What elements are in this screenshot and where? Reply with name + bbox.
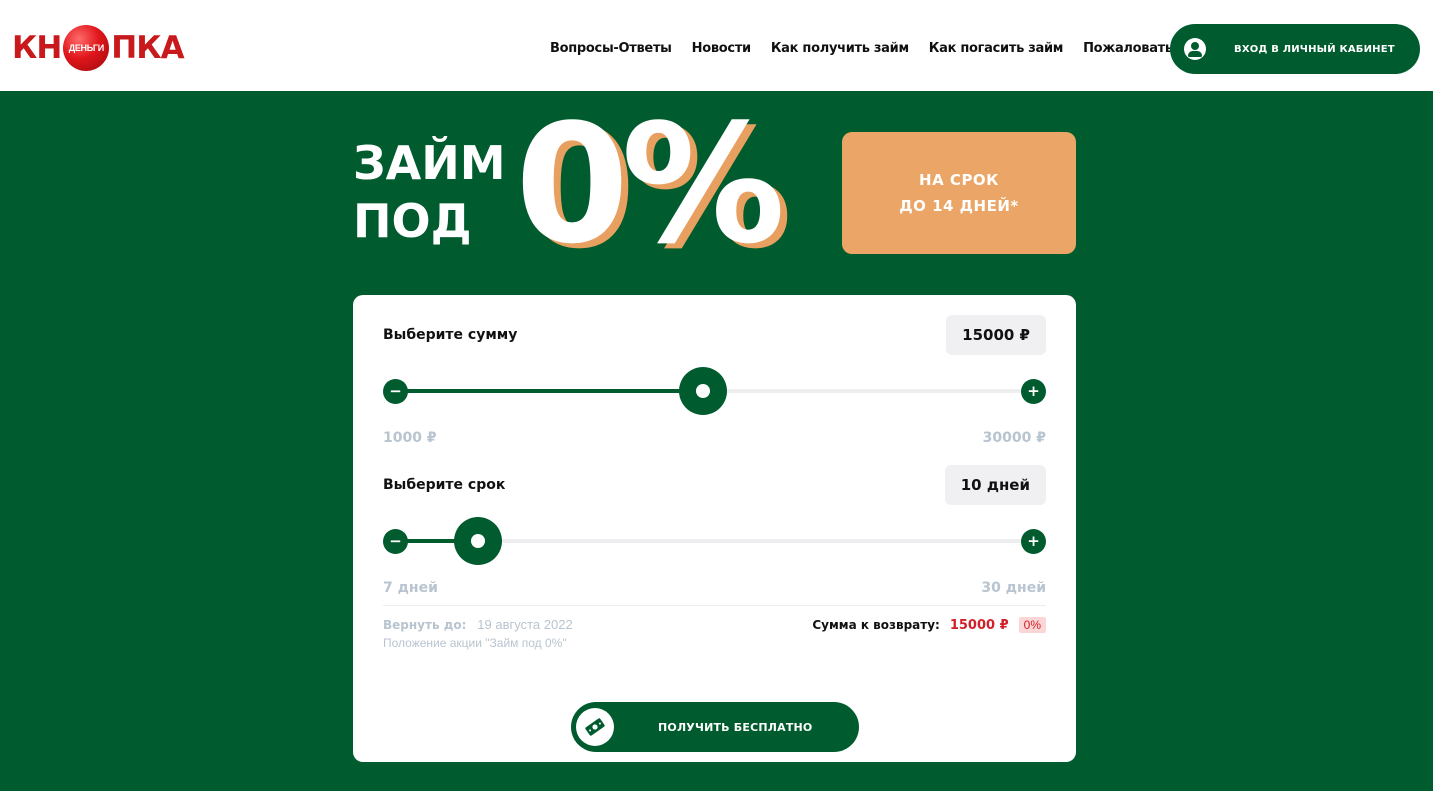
amount-value-field[interactable]: 15000 ₽ bbox=[946, 315, 1046, 355]
loan-calculator: Выберите сумму 15000 ₽ − + 1000 ₽ 30000 … bbox=[353, 295, 1076, 762]
hero-title-line2: ПОД bbox=[353, 194, 472, 248]
amount-max-label: 30000 ₽ bbox=[982, 430, 1046, 446]
hero-rate: 0% bbox=[515, 89, 785, 280]
nav-faq[interactable]: Вопросы-Ответы bbox=[550, 41, 672, 56]
amount-decrease-button[interactable]: − bbox=[383, 379, 408, 404]
repay-label: Сумма к возврату: bbox=[812, 618, 940, 632]
amount-slider[interactable]: − + bbox=[383, 367, 1046, 415]
divider bbox=[383, 605, 1046, 606]
nav-how-to-get[interactable]: Как получить займ bbox=[771, 41, 909, 56]
amount-slider-handle[interactable] bbox=[679, 367, 728, 415]
nav-news[interactable]: Новости bbox=[692, 41, 752, 56]
logo[interactable]: КН ДЕНЬГИ ПКА bbox=[12, 24, 185, 72]
promo-terms-link[interactable]: Положение акции "Займ под 0%" bbox=[383, 636, 567, 650]
term-min-label: 7 дней bbox=[383, 580, 438, 596]
term-badge-text: НА СРОК ДО 14 ДНЕЙ* bbox=[899, 171, 1019, 215]
repay-value: 15000 ₽ bbox=[949, 617, 1009, 633]
logo-ball: ДЕНЬГИ bbox=[63, 25, 110, 71]
get-free-button[interactable]: ПОЛУЧИТЬ БЕСПЛАТНО bbox=[571, 702, 859, 752]
money-icon bbox=[576, 708, 614, 746]
login-label: ВХОД В ЛИЧНЫЙ КАБИНЕТ bbox=[1234, 43, 1395, 55]
logo-ball-text: ДЕНЬГИ bbox=[68, 43, 104, 53]
term-increase-button[interactable]: + bbox=[1021, 529, 1046, 554]
user-icon bbox=[1184, 38, 1206, 60]
logo-text-left: КН bbox=[12, 30, 62, 66]
amount-slider-fill bbox=[395, 389, 704, 393]
login-button[interactable]: ВХОД В ЛИЧНЫЙ КАБИНЕТ bbox=[1170, 24, 1420, 74]
logo-text-right: ПКА bbox=[111, 30, 184, 66]
repay-rate-badge: 0% bbox=[1018, 617, 1046, 633]
term-decrease-button[interactable]: − bbox=[383, 529, 408, 554]
term-badge: НА СРОК ДО 14 ДНЕЙ* bbox=[842, 132, 1076, 254]
hero-title-line1: ЗАЙМ bbox=[353, 136, 506, 190]
due-date-value: 19 августа 2022 bbox=[477, 617, 573, 632]
nav-how-to-repay[interactable]: Как погасить займ bbox=[929, 41, 1064, 56]
hero-title: ЗАЙМ ПОД bbox=[353, 134, 506, 250]
term-label: Выберите срок bbox=[383, 477, 506, 493]
due-date-label: Вернуть до: bbox=[383, 618, 467, 632]
term-slider-handle[interactable] bbox=[454, 517, 503, 565]
repay-row: Сумма к возврату: 15000 ₽ 0% bbox=[812, 617, 1046, 633]
due-date-row: Вернуть до: 19 августа 2022 bbox=[383, 617, 573, 632]
amount-increase-button[interactable]: + bbox=[1021, 379, 1046, 404]
amount-label: Выберите сумму bbox=[383, 327, 518, 343]
term-max-label: 30 дней bbox=[981, 580, 1046, 596]
term-value-field[interactable]: 10 дней bbox=[944, 465, 1046, 505]
site-header: КН ДЕНЬГИ ПКА Вопросы-Ответы Новости Как… bbox=[0, 0, 1433, 91]
get-free-label: ПОЛУЧИТЬ БЕСПЛАТНО bbox=[658, 720, 813, 734]
amount-min-label: 1000 ₽ bbox=[383, 430, 437, 446]
term-slider[interactable]: − + bbox=[383, 517, 1046, 565]
main-nav: Вопросы-Ответы Новости Как получить займ… bbox=[550, 41, 1189, 56]
